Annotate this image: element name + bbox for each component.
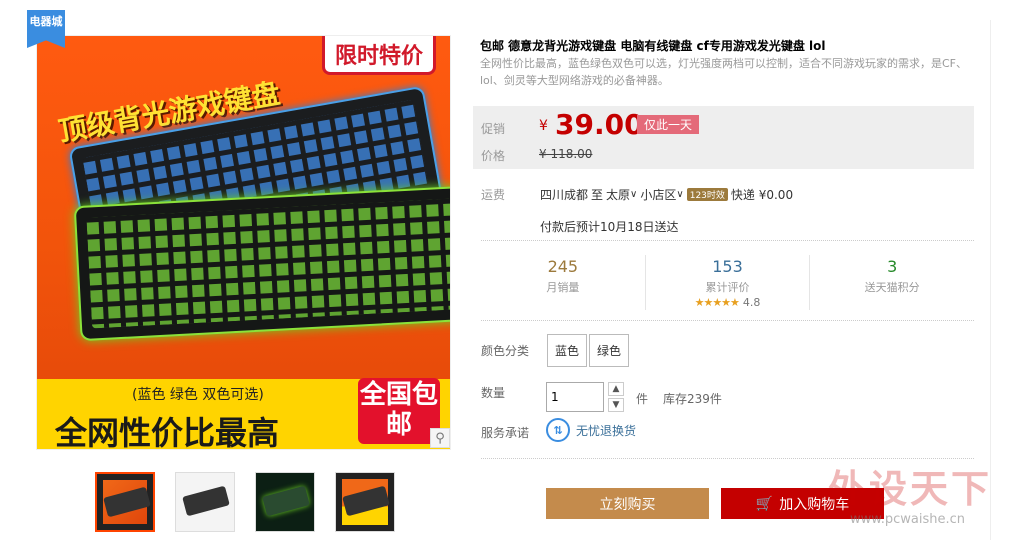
product-page: 电器城 限时特价 顶级背光游戏键盘 (蓝色 绿色 双色可选) 全网性价比最高 全… <box>0 0 1023 554</box>
thumbnail-3[interactable] <box>255 472 315 532</box>
city-value: 太原 <box>606 188 631 202</box>
ship-to-word: 至 <box>591 188 604 202</box>
stat-number: 3 <box>887 257 898 276</box>
stat-label: 送天猫积分 <box>864 281 920 294</box>
price-box: 促销 ¥ 39.00 仅此一天 价格 ¥ 118.00 <box>473 106 974 169</box>
watermark-url: www.pcwaishe.cn <box>850 512 965 527</box>
color-option-green[interactable]: 绿色 <box>589 334 630 367</box>
main-product-image[interactable]: 限时特价 顶级背光游戏键盘 (蓝色 绿色 双色可选) 全网性价比最高 全国包邮 <box>36 35 451 450</box>
return-guarantee-icon: ⇅ <box>546 418 570 442</box>
product-title: 包邮 德意龙背光游戏键盘 电脑有线键盘 cf专用游戏发光键盘 lol <box>480 39 826 53</box>
keyboard-green-image <box>73 185 450 342</box>
color-option-blue[interactable]: 蓝色 <box>547 334 588 367</box>
stock-info: 库存239件 <box>663 392 722 406</box>
thumbnail-2[interactable] <box>175 472 235 532</box>
original-price-label: 价格 <box>481 149 506 163</box>
thumbnail-4[interactable] <box>335 472 395 532</box>
limit-tag: 仅此一天 <box>637 115 700 134</box>
cart-icon: 🛒 <box>755 495 774 511</box>
service-label: 服务承诺 <box>481 426 530 440</box>
promo-label: 促销 <box>481 122 506 136</box>
increment-button[interactable]: ▲ <box>608 382 624 396</box>
delivery-time-badge: 123时效 <box>686 188 728 201</box>
watermark-text: 外设天下 <box>828 467 993 511</box>
decrement-button[interactable]: ▼ <box>608 398 624 412</box>
divider <box>481 240 974 241</box>
service-promise[interactable]: ⇅ 无忧退换货 <box>546 418 636 442</box>
delivery-eta: 付款后预计10月18日送达 <box>540 220 679 234</box>
chevron-down-icon: ∨ <box>676 189 684 200</box>
product-subtitle: 全网性价比最高，蓝色绿色双色可以选，灯光强度两档可以控制，适合不同游戏玩家的需求… <box>480 57 968 87</box>
original-price: ¥ 118.00 <box>539 147 593 161</box>
sale-tag: 限时特价 <box>321 36 436 75</box>
stat-monthly-sales: 245 月销量 <box>481 255 646 310</box>
color-label: 颜色分类 <box>481 344 530 358</box>
city-select[interactable]: 太原 ∨ <box>606 186 637 203</box>
stat-label: 月销量 <box>546 281 580 294</box>
district-select[interactable]: 小店区 ∨ <box>640 186 683 203</box>
stat-reviews[interactable]: 153 累计评价 ★★★★★ 4.8 <box>646 255 811 310</box>
stat-label: 累计评价 <box>705 281 750 294</box>
stat-points: 3 送天猫积分 <box>810 255 974 310</box>
nation-free-shipping-tag: 全国包邮 <box>358 378 440 444</box>
quantity-input[interactable] <box>546 382 604 412</box>
thumbnail-strip <box>95 472 395 532</box>
thumbnail-1[interactable] <box>95 472 155 532</box>
star-rating-icon: ★★★★★ <box>694 296 740 309</box>
chevron-down-icon: ∨ <box>630 189 638 200</box>
ship-from: 四川成都 <box>540 188 589 202</box>
currency-symbol: ¥ <box>539 118 548 134</box>
quantity-label: 数量 <box>481 386 506 400</box>
promo-price: 39.00 <box>555 108 644 141</box>
rating-row: ★★★★★ 4.8 <box>646 296 810 309</box>
rating-value: 4.8 <box>742 296 761 309</box>
quantity-unit: 件 <box>636 392 649 406</box>
buy-now-button[interactable]: 立刻购买 <box>546 488 709 519</box>
image-colors-note: (蓝色 绿色 双色可选) <box>132 387 264 403</box>
service-text: 无忧退换货 <box>576 423 637 438</box>
shipping-method: 快递 ¥0.00 <box>730 188 794 202</box>
image-big-text: 全网性价比最高 <box>55 414 280 450</box>
stat-number: 245 <box>547 257 579 276</box>
stats-row: 245 月销量 153 累计评价 ★★★★★ 4.8 3 送天猫积分 <box>481 255 974 310</box>
shipping-row: 四川成都 至 太原 ∨ 小店区 ∨ 123时效 快递 ¥0.00 <box>540 186 793 203</box>
divider <box>481 320 974 321</box>
zoom-icon[interactable]: ⚲ <box>430 428 450 448</box>
shipping-label: 运费 <box>481 188 506 202</box>
district-value: 小店区 <box>640 188 677 202</box>
stat-number: 153 <box>712 257 743 276</box>
